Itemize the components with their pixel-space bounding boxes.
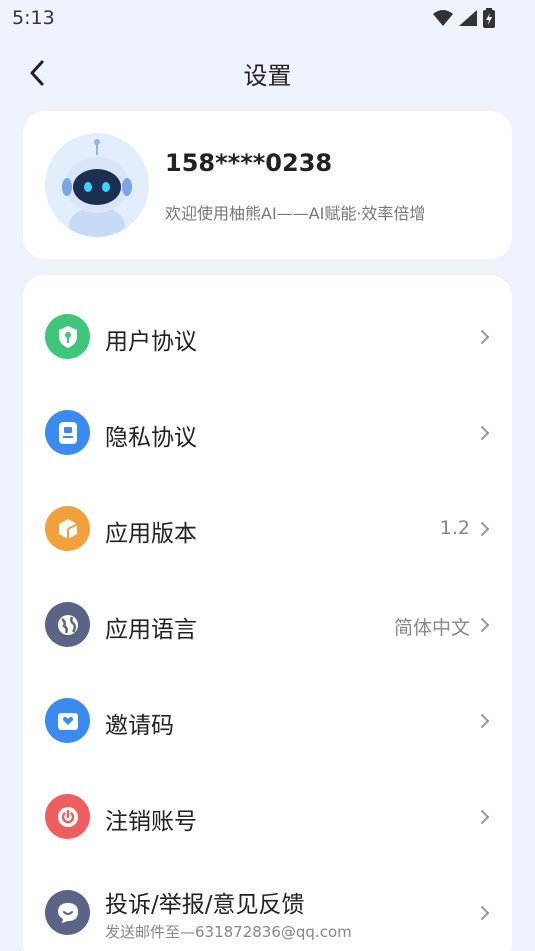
feedback-email-text: 发送邮件至—631872836@qq.com — [105, 923, 352, 941]
menu-item-privacy-agreement[interactable]: 隐私协议 — [23, 389, 512, 485]
chevron-right-icon — [481, 330, 490, 344]
menu-label: 应用版本 — [105, 521, 197, 547]
user-phone: 158****0238 — [165, 149, 333, 177]
menu-item-delete-account[interactable]: 注销账号 — [23, 773, 512, 869]
chevron-right-icon — [481, 426, 490, 440]
profile-card: 158****0238 欢迎使用柚熊AI——AI赋能·效率倍增 — [23, 111, 512, 259]
chevron-right-icon — [481, 522, 490, 536]
status-bar: 5:13 — [0, 0, 535, 36]
menu-label: 投诉/举报/意见反馈 — [105, 892, 305, 918]
menu-label: 注销账号 — [105, 809, 197, 835]
signal-icon — [459, 10, 477, 26]
chevron-right-icon — [481, 714, 490, 728]
envelope-heart-icon — [45, 698, 90, 743]
page-title: 设置 — [243, 62, 292, 90]
menu-label: 应用语言 — [105, 617, 197, 643]
chevron-right-icon — [481, 906, 490, 920]
status-time: 5:13 — [12, 7, 55, 29]
shield-icon — [45, 314, 90, 359]
document-icon — [45, 410, 90, 455]
chevron-right-icon — [481, 618, 490, 632]
wifi-icon — [433, 10, 453, 26]
menu-item-app-version[interactable]: 应用版本 1.2 — [23, 485, 512, 581]
menu-item-feedback[interactable]: 投诉/举报/意见反馈 发送邮件至—631872836@qq.com — [23, 869, 512, 951]
chat-bubble-icon — [45, 890, 90, 935]
cube-icon — [45, 506, 90, 551]
version-value: 1.2 — [439, 517, 470, 539]
menu-label: 隐私协议 — [105, 425, 197, 451]
battery-icon — [483, 8, 495, 28]
menu-item-app-language[interactable]: 应用语言 简体中文 — [23, 581, 512, 677]
status-icons — [433, 8, 495, 28]
menu-label: 邀请码 — [105, 713, 174, 739]
menu-label: 用户协议 — [105, 329, 197, 355]
settings-menu: 用户协议 隐私协议 应用版本 1.2 应用语言 简体中文 邀请码 注销账号 投诉… — [23, 275, 512, 951]
language-value: 简体中文 — [393, 617, 470, 639]
robot-avatar-icon — [45, 133, 149, 237]
globe-icon — [45, 602, 90, 647]
menu-item-invite-code[interactable]: 邀请码 — [23, 677, 512, 773]
avatar — [45, 133, 149, 237]
power-icon — [45, 794, 90, 839]
header: 设置 — [0, 50, 535, 96]
chevron-right-icon — [481, 810, 490, 824]
menu-item-user-agreement[interactable]: 用户协议 — [23, 293, 512, 389]
welcome-text: 欢迎使用柚熊AI——AI赋能·效率倍增 — [165, 204, 426, 223]
